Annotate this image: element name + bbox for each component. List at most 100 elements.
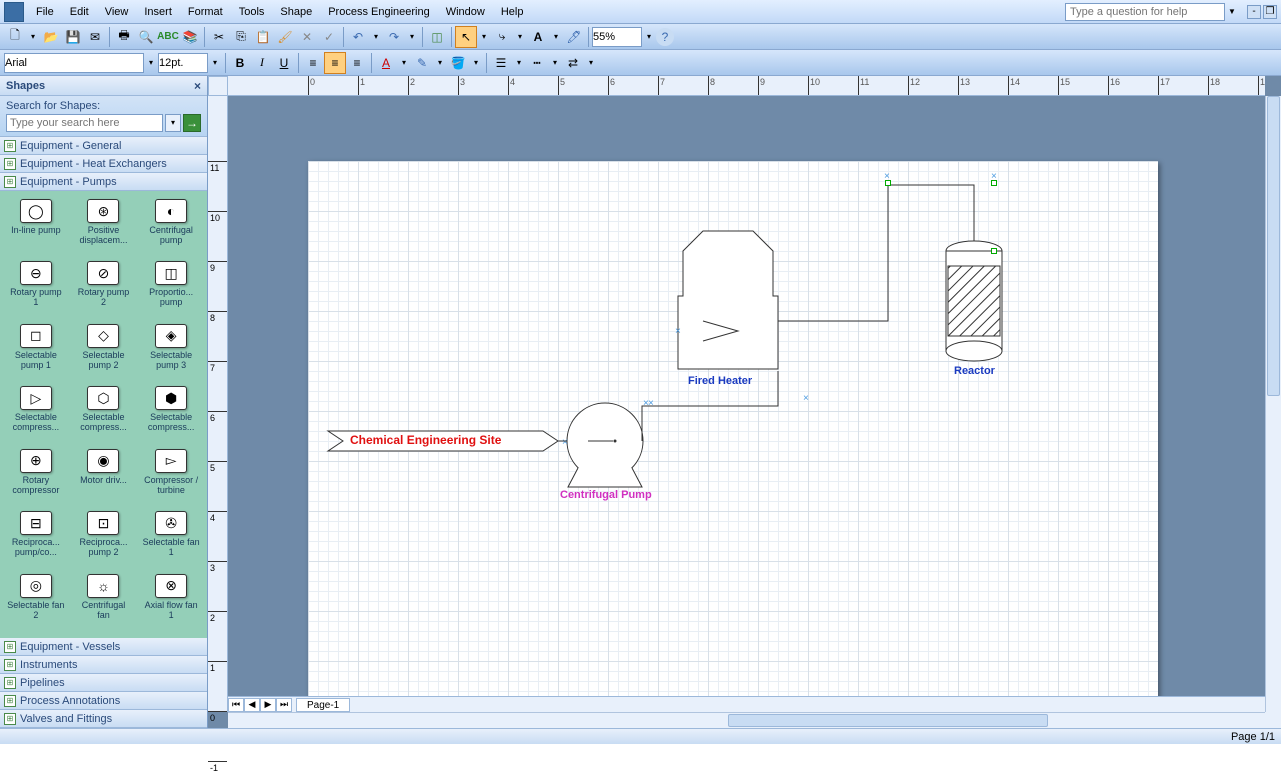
tab-next-button[interactable]: ▶ [260, 698, 276, 712]
print-preview-button[interactable]: 🔍 [135, 26, 157, 48]
stencil-bar[interactable]: ⊞Equipment - General [0, 137, 207, 155]
canvas-viewport[interactable]: × × × × [228, 96, 1265, 696]
shape-stencil-item[interactable]: ◯In-line pump [2, 197, 70, 257]
tab-last-button[interactable]: ⏭ [276, 698, 292, 712]
line-color-button[interactable]: ✎ [411, 52, 433, 74]
line-ends-dropdown[interactable]: ▾ [584, 58, 598, 67]
shape-stencil-item[interactable]: ◉Motor driv... [70, 447, 138, 507]
shape-stencil-item[interactable]: ◻Selectable pump 1 [2, 322, 70, 382]
centrifugal-pump-shape[interactable] [567, 403, 643, 487]
reactor-shape[interactable] [946, 241, 1002, 361]
stencil-bar[interactable]: ⊞Equipment - Vessels [0, 638, 207, 656]
stencil-bar[interactable]: ⊞Instruments [0, 656, 207, 674]
fill-color-button[interactable]: 🪣 [447, 52, 469, 74]
paste-button[interactable]: 📋 [252, 26, 274, 48]
menu-insert[interactable]: Insert [136, 3, 180, 21]
shapes-search-input[interactable] [6, 114, 163, 132]
help-button[interactable]: ? [656, 28, 674, 46]
fired-heater-shape[interactable] [678, 231, 778, 369]
pipe-heater-reactor[interactable] [778, 185, 974, 321]
format-painter-button[interactable]: 🖌 [274, 26, 296, 48]
align-left-button[interactable]: ≡ [302, 52, 324, 74]
line-weight-dropdown[interactable]: ▾ [512, 58, 526, 67]
menu-file[interactable]: File [28, 3, 62, 21]
font-size-select[interactable] [158, 53, 208, 73]
font-dropdown[interactable]: ▾ [144, 58, 158, 67]
zoom-input[interactable] [592, 27, 642, 47]
drawing-page[interactable]: × × × × [308, 161, 1158, 696]
shapes-panel-close-button[interactable]: × [194, 79, 201, 93]
font-color-button[interactable]: A [375, 52, 397, 74]
research-button[interactable]: 📚 [179, 26, 201, 48]
redo-button[interactable]: ↷ [383, 26, 405, 48]
font-size-dropdown[interactable]: ▾ [208, 58, 222, 67]
fill-color-dropdown[interactable]: ▾ [469, 58, 483, 67]
save-button[interactable]: 💾 [62, 26, 84, 48]
align-center-button[interactable]: ≡ [324, 52, 346, 74]
zoom-dropdown[interactable]: ▾ [642, 32, 656, 41]
line-color-dropdown[interactable]: ▾ [433, 58, 447, 67]
shape-stencil-item[interactable]: ◇Selectable pump 2 [70, 322, 138, 382]
cut-button[interactable]: ✂ [208, 26, 230, 48]
help-search-input[interactable] [1065, 3, 1225, 21]
restore-button[interactable]: ❐ [1263, 5, 1277, 19]
shape-stencil-item[interactable]: ⬢Selectable compress... [137, 384, 205, 444]
stencil-bar[interactable]: ⊞Process Annotations [0, 692, 207, 710]
shapes-search-go-button[interactable]: → [183, 114, 201, 132]
delete-button[interactable]: ✕ [296, 26, 318, 48]
spelling-button[interactable]: ABC [157, 26, 179, 48]
minimize-button[interactable]: - [1247, 5, 1261, 19]
tab-first-button[interactable]: ⏮ [228, 698, 244, 712]
menu-shape[interactable]: Shape [272, 3, 320, 21]
align-right-button[interactable]: ≡ [346, 52, 368, 74]
horizontal-scrollbar-thumb[interactable] [728, 714, 1048, 727]
pointer-dropdown[interactable]: ▾ [477, 32, 491, 41]
undo-dropdown[interactable]: ▾ [369, 32, 383, 41]
shape-stencil-item[interactable]: ⬡Selectable compress... [70, 384, 138, 444]
text-tool-button[interactable]: A [527, 26, 549, 48]
menu-help[interactable]: Help [493, 3, 532, 21]
shape-stencil-item[interactable]: ⊡Reciproca... pump 2 [70, 509, 138, 569]
menu-view[interactable]: View [97, 3, 137, 21]
font-color-dropdown[interactable]: ▾ [397, 58, 411, 67]
menu-tools[interactable]: Tools [231, 3, 273, 21]
menu-format[interactable]: Format [180, 3, 231, 21]
line-pattern-dropdown[interactable]: ▾ [548, 58, 562, 67]
shapes-window-button[interactable]: ◫ [426, 26, 448, 48]
stencil-bar[interactable]: ⊞Pipelines [0, 674, 207, 692]
print-button[interactable]: 🖶 [113, 26, 135, 48]
check-button[interactable]: ✓ [318, 26, 340, 48]
pointer-tool-button[interactable]: ↖ [455, 26, 477, 48]
shape-stencil-item[interactable]: ◐Centrifugal pump [137, 197, 205, 257]
help-dropdown[interactable]: ▼ [1225, 7, 1239, 16]
vertical-scrollbar[interactable] [1265, 96, 1281, 712]
shape-stencil-item[interactable]: ⊛Positive displacem... [70, 197, 138, 257]
text-dropdown[interactable]: ▾ [549, 32, 563, 41]
shape-stencil-item[interactable]: ▷Selectable compress... [2, 384, 70, 444]
font-select[interactable] [4, 53, 144, 73]
shape-stencil-item[interactable]: ◈Selectable pump 3 [137, 322, 205, 382]
shape-stencil-item[interactable]: ⊗Axial flow fan 1 [137, 572, 205, 632]
tab-prev-button[interactable]: ◀ [244, 698, 260, 712]
vertical-scrollbar-thumb[interactable] [1267, 96, 1280, 396]
shape-stencil-item[interactable]: ⊕Rotary compressor [2, 447, 70, 507]
shape-stencil-item[interactable]: ⊘Rotary pump 2 [70, 259, 138, 319]
new-button[interactable]: 🗋 [4, 26, 26, 48]
connector-dropdown[interactable]: ▾ [513, 32, 527, 41]
line-ends-button[interactable]: ⇄ [562, 52, 584, 74]
redo-dropdown[interactable]: ▾ [405, 32, 419, 41]
line-pattern-button[interactable]: ┅ [526, 52, 548, 74]
shape-stencil-item[interactable]: ⊖Rotary pump 1 [2, 259, 70, 319]
connector-tool-button[interactable]: ⤷ [491, 26, 513, 48]
stencil-bar[interactable]: ⊞Valves and Fittings [0, 710, 207, 728]
copy-button[interactable]: ⎘ [230, 26, 252, 48]
horizontal-scrollbar[interactable] [228, 712, 1265, 728]
underline-button[interactable]: U [273, 52, 295, 74]
stencil-bar[interactable]: ⊞Equipment - Heat Exchangers [0, 155, 207, 173]
undo-button[interactable]: ↶ [347, 26, 369, 48]
ink-tool-button[interactable]: 🖊 [563, 26, 585, 48]
bold-button[interactable]: B [229, 52, 251, 74]
email-button[interactable]: ✉ [84, 26, 106, 48]
shape-stencil-item[interactable]: ✇Selectable fan 1 [137, 509, 205, 569]
shape-stencil-item[interactable]: ⊟Reciproca... pump/co... [2, 509, 70, 569]
